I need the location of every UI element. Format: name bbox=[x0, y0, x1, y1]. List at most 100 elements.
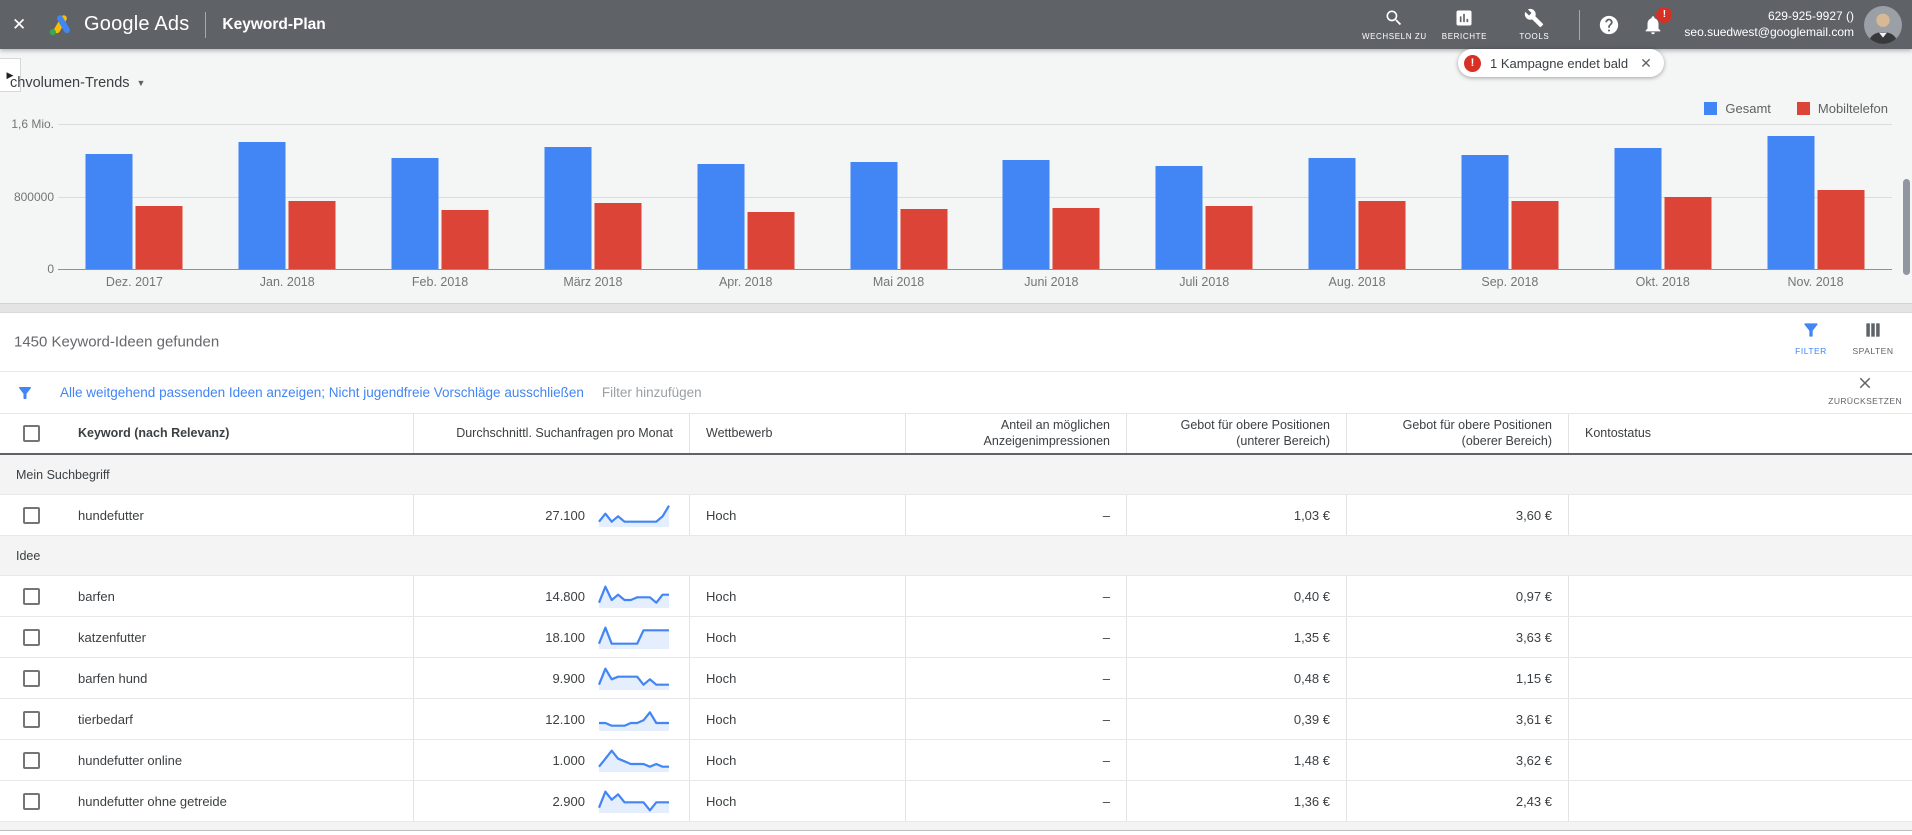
top-of-page-bid-high-cell: 3,62 € bbox=[1346, 740, 1568, 780]
bar-group-Okt. 2018: Okt. 2018 bbox=[1586, 124, 1739, 289]
bar-pair bbox=[1614, 148, 1712, 269]
avatar[interactable] bbox=[1864, 5, 1902, 44]
bar-pair bbox=[85, 154, 183, 269]
filter-button[interactable]: FILTER bbox=[1780, 320, 1842, 356]
top-of-page-bid-low-cell: 1,36 € bbox=[1126, 781, 1346, 821]
keyword-row-katzenfutter: katzenfutter 18.100 Hoch –1,35 €3,63 € bbox=[0, 617, 1912, 658]
applied-filters-link[interactable]: Alle weitgehend passenden Ideen anzeigen… bbox=[60, 385, 584, 400]
bar-pair bbox=[544, 147, 642, 269]
column-header[interactable]: Wettbewerb bbox=[689, 414, 905, 454]
help-button[interactable] bbox=[1592, 14, 1626, 36]
account-status-cell bbox=[1568, 740, 1912, 780]
gesamt-bar bbox=[1155, 166, 1203, 269]
keyword-cell: hundefutter bbox=[78, 507, 144, 523]
keyword-cell: barfen bbox=[78, 588, 115, 604]
filter-button-label: FILTER bbox=[1795, 346, 1827, 356]
close-icon[interactable]: ✕ bbox=[12, 15, 42, 35]
x-axis-tick: Dez. 2017 bbox=[105, 275, 163, 289]
gesamt-bar bbox=[544, 147, 592, 269]
x-axis-tick: Juni 2018 bbox=[1024, 275, 1079, 289]
ad-impression-share-cell: – bbox=[905, 576, 1126, 616]
reports-button[interactable]: BERICHTE bbox=[1429, 8, 1499, 41]
column-header[interactable]: Gebot für obere Positionen (oberer Berei… bbox=[1346, 414, 1568, 454]
keyword-row-tierbedarf: tierbedarf 12.100 Hoch –0,39 €3,61 € bbox=[0, 699, 1912, 740]
column-header[interactable]: Anteil an möglichen Anzeigenimpressionen bbox=[905, 414, 1126, 454]
account-status-cell bbox=[1568, 576, 1912, 616]
gesamt-bar bbox=[1461, 155, 1509, 269]
chart-type-dropdown[interactable]: chvolumen-Trends ▼ bbox=[10, 75, 145, 91]
x-axis-tick: Feb. 2018 bbox=[411, 275, 469, 289]
competition-cell: Hoch bbox=[689, 781, 905, 821]
add-filter-link[interactable]: Filter hinzufügen bbox=[602, 385, 702, 400]
legend-item-gesamt[interactable]: Gesamt bbox=[1704, 101, 1771, 116]
table-body: Mein Suchbegriff hundefutter 27.100 Hoch –1,… bbox=[0, 455, 1912, 822]
reports-label: BERICHTE bbox=[1441, 32, 1488, 41]
select-all-checkbox[interactable] bbox=[22, 425, 40, 443]
row-checkbox[interactable] bbox=[22, 587, 40, 605]
avatar-image bbox=[1864, 5, 1902, 44]
panel-gap bbox=[0, 303, 1912, 313]
row-checkbox[interactable] bbox=[22, 669, 40, 687]
vertical-scrollbar-thumb[interactable] bbox=[1903, 179, 1910, 275]
top-of-page-bid-low-cell: 1,03 € bbox=[1126, 495, 1346, 535]
bar-group-Juni 2018: Juni 2018 bbox=[975, 124, 1128, 289]
bar-pair bbox=[850, 162, 948, 269]
column-header[interactable]: Durchschnittl. Suchanfragen pro Monat bbox=[413, 414, 689, 454]
cell bbox=[0, 781, 62, 821]
account-info[interactable]: 629-925-9927 () seo.suedwest@googlemail.… bbox=[1684, 9, 1854, 40]
notifications-button[interactable]: ! bbox=[1636, 6, 1673, 36]
reset-filters-button[interactable]: ZURÜCKSETZEN bbox=[1828, 374, 1902, 406]
campaign-toast: ! 1 Kampagne endet bald ✕ bbox=[1458, 49, 1664, 77]
column-header[interactable]: Kontostatus bbox=[1568, 414, 1912, 454]
top-of-page-bid-low-cell: 0,40 € bbox=[1126, 576, 1346, 616]
row-checkbox[interactable] bbox=[22, 628, 40, 646]
wrench-icon bbox=[1525, 8, 1544, 28]
avg-monthly-searches: 9.900 bbox=[552, 670, 585, 686]
top-of-page-bid-low-cell: 0,39 € bbox=[1126, 699, 1346, 739]
topbar-divider bbox=[205, 11, 207, 38]
x-axis-tick: Apr. 2018 bbox=[718, 275, 773, 289]
mobiltelefon-bar bbox=[1205, 206, 1253, 269]
top-of-page-bid-low-cell: 0,48 € bbox=[1126, 658, 1346, 698]
cell bbox=[0, 658, 62, 698]
legend-item-mobiltelefon[interactable]: Mobiltelefon bbox=[1796, 101, 1888, 116]
switch-to-button[interactable]: WECHSELN ZU bbox=[1359, 8, 1429, 41]
account-phone: 629-925-9927 () bbox=[1767, 8, 1854, 23]
product-name: Google Ads bbox=[84, 13, 190, 35]
tools-label: TOOLS bbox=[1519, 32, 1550, 41]
toast-close-icon[interactable]: ✕ bbox=[1640, 55, 1652, 72]
ad-impression-share-cell: – bbox=[905, 658, 1126, 698]
row-checkbox[interactable] bbox=[22, 506, 40, 524]
avg-monthly-searches: 1.000 bbox=[552, 752, 585, 768]
next-row-sliver bbox=[0, 822, 1912, 831]
competition-cell: Hoch bbox=[689, 658, 905, 698]
column-header[interactable]: Gebot für obere Positionen (unterer Bere… bbox=[1126, 414, 1346, 454]
column-header[interactable]: Keyword (nach Relevanz) bbox=[62, 414, 413, 453]
keyword-cell: hundefutter online bbox=[78, 752, 183, 768]
row-checkbox[interactable] bbox=[22, 710, 40, 728]
bar-group-Aug. 2018: Aug. 2018 bbox=[1281, 124, 1434, 289]
gesamt-bar bbox=[1002, 160, 1050, 269]
account-email: seo.suedwest@googlemail.com bbox=[1684, 24, 1854, 39]
competition-cell: Hoch bbox=[689, 699, 905, 739]
topbar-divider bbox=[1579, 9, 1581, 40]
tools-button[interactable]: TOOLS bbox=[1499, 8, 1569, 41]
cell bbox=[0, 617, 62, 657]
keyword-row-barfen-hund: barfen hund 9.900 Hoch –0,48 €1,15 € bbox=[0, 658, 1912, 699]
row-checkbox[interactable] bbox=[22, 751, 40, 769]
columns-icon bbox=[1866, 323, 1880, 337]
filter-funnel-icon[interactable] bbox=[16, 384, 34, 402]
mobiltelefon-bar bbox=[135, 206, 183, 269]
mobiltelefon-bar bbox=[441, 210, 489, 269]
bar-pair bbox=[1308, 158, 1406, 269]
columns-button[interactable]: SPALTEN bbox=[1842, 320, 1904, 356]
bar-pair bbox=[391, 158, 489, 269]
bar-group-Dez. 2017: Dez. 2017 bbox=[58, 124, 211, 289]
account-status-cell bbox=[1568, 699, 1912, 739]
search-volume-sparkline bbox=[598, 749, 669, 772]
top-of-page-bid-high-cell: 2,43 € bbox=[1346, 781, 1568, 821]
x-axis-tick: Sep. 2018 bbox=[1481, 275, 1539, 289]
bar-group-Jan. 2018: Jan. 2018 bbox=[211, 124, 364, 289]
section-header-row: Mein Suchbegriff bbox=[0, 455, 1912, 495]
row-checkbox[interactable] bbox=[22, 792, 40, 810]
